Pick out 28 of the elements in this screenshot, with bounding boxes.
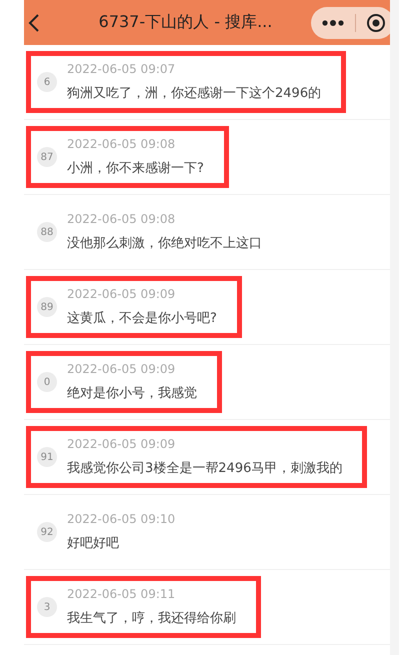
message-time: 2022-06-05 09:07	[67, 62, 176, 76]
more-icon[interactable]	[321, 18, 345, 26]
page-title: 6737-下山的人 - 搜库...	[98, 12, 274, 33]
floor-number: 0	[37, 372, 57, 392]
back-icon[interactable]	[28, 12, 40, 32]
message-text: 我感觉你公司3楼全是一帮2496马甲，刺激我的	[67, 460, 342, 477]
message-time: 2022-06-05 09:08	[67, 137, 176, 151]
floor-number: 6	[37, 72, 57, 92]
message-text: 我生气了，哼，我还得给你刷	[67, 610, 236, 627]
floor-number: 88	[37, 222, 57, 242]
message-text: 没他那么刺激，你绝对吃不上这口	[67, 235, 262, 252]
message-time: 2022-06-05 09:09	[67, 437, 176, 451]
message-time: 2022-06-05 09:09	[67, 362, 176, 376]
floor-number: 87	[37, 147, 57, 167]
floor-number: 89	[37, 297, 57, 317]
message-time: 2022-06-05 09:10	[67, 512, 176, 526]
floor-number: 3	[37, 597, 57, 617]
floor-number: 91	[37, 447, 57, 467]
message-text: 好吧好吧	[67, 535, 120, 552]
floor-number: 92	[37, 522, 57, 542]
message-text: 小洲，你不来感谢一下?	[67, 160, 204, 177]
message-text: 绝对是你小号，我感觉	[67, 385, 197, 402]
message-time: 2022-06-05 09:09	[67, 287, 176, 301]
message-text: 这黄瓜，不会是你小号吧?	[67, 310, 217, 327]
message-time: 2022-06-05 09:08	[67, 212, 176, 226]
message-time: 2022-06-05 09:11	[67, 587, 176, 601]
close-icon[interactable]	[366, 12, 386, 32]
message-text: 狗洲又吃了，洲，你还感谢一下这个2496的	[67, 85, 322, 102]
